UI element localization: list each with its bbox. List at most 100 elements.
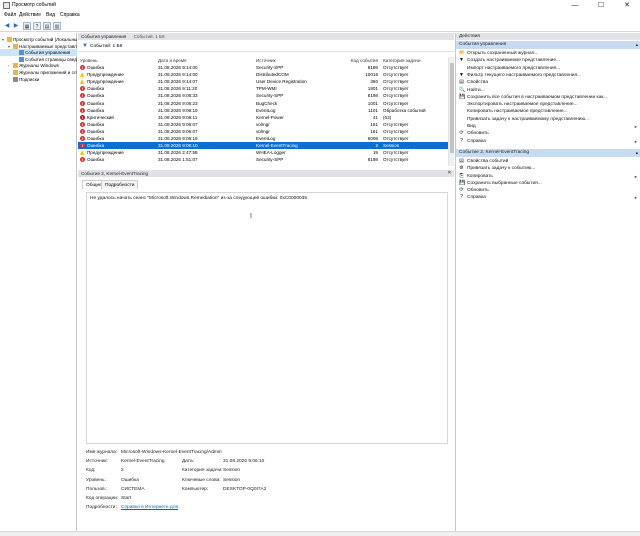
collapse-icon[interactable]: ▴ bbox=[636, 149, 638, 157]
table-row[interactable]: ! Ошибка 31.08.2026 9:06:19 EventLog 1101 Обр… bbox=[78, 107, 448, 114]
cell-code: 161 bbox=[370, 121, 378, 127]
column-date[interactable]: Дата и время bbox=[158, 57, 187, 64]
action-label: Найти... bbox=[467, 87, 485, 93]
action-label: Справка bbox=[467, 195, 486, 201]
tree-node-label: События управления bbox=[25, 50, 71, 56]
table-row[interactable]: ! Критический 31.08.2026 9:06:11 Kernel-Pow… bbox=[78, 114, 448, 121]
action-label: Открыть сохраненный журнал... bbox=[467, 51, 539, 56]
table-row[interactable]: Предупреждение 31.08.2026 9:14:00 Distribu… bbox=[78, 71, 448, 78]
action-label: Свойства событий bbox=[467, 158, 509, 164]
action-item[interactable]: 🔍 Найти... bbox=[456, 87, 640, 94]
column-level[interactable]: Уровень bbox=[80, 57, 98, 64]
actions-pane-icon[interactable]: ▥ bbox=[53, 22, 61, 30]
cell-task: (63) bbox=[383, 114, 392, 120]
cell-level: Ошибка bbox=[87, 143, 105, 149]
cell-source: WHEA-Logger bbox=[256, 150, 286, 156]
prop-keywords: Session bbox=[223, 478, 241, 483]
action-icon: ▤ bbox=[459, 157, 464, 164]
action-item[interactable]: ▼ Фильтр текущего настраиваемого представ… bbox=[456, 72, 640, 79]
folder-icon bbox=[7, 37, 12, 42]
column-code[interactable]: Код события bbox=[328, 57, 378, 64]
action-label: Импорт настраиваемого представления... bbox=[467, 65, 561, 71]
table-row[interactable]: ! Ошибка 31.08.2026 9:14:00 Security-SPP 819… bbox=[78, 64, 448, 71]
action-item[interactable]: ▤ Свойства bbox=[456, 79, 640, 86]
prop-user-label: Пользов.: bbox=[86, 487, 108, 492]
table-row[interactable]: ! Ошибка 31.08.2026 9:11:20 TPM-WMI 1801 Отсу… bbox=[78, 85, 448, 92]
table-row[interactable]: ! Ошибка 31.08.2026 9:06:23 BugCheck 1001 Отс… bbox=[78, 100, 448, 107]
menu-file[interactable]: Файл bbox=[4, 12, 16, 18]
action-item[interactable]: 💾 Сохранить все события в настраиваемом п… bbox=[456, 94, 640, 101]
prop-level-label: Уровень: bbox=[86, 478, 106, 483]
help-icon[interactable]: ? bbox=[33, 22, 41, 30]
action-item[interactable]: ⎘ Копировать ▸ bbox=[456, 173, 640, 180]
error-icon: ! bbox=[80, 100, 85, 106]
cell-source: volmgr bbox=[256, 121, 270, 127]
tree-toggle-icon[interactable]: ▦ bbox=[23, 22, 31, 30]
table-row[interactable]: ! Ошибка 31.08.2026 9:06:07 volmgr 161 Отсутс… bbox=[78, 121, 448, 128]
action-item[interactable]: ? Справка ▸ bbox=[456, 138, 640, 145]
action-item[interactable]: 💾 Сохранить выбранные события... bbox=[456, 180, 640, 187]
action-item[interactable]: ▼ Создать настраиваемое представление... bbox=[456, 57, 640, 64]
menu-view[interactable]: Вид bbox=[46, 12, 55, 18]
cell-source: User Device Registration bbox=[256, 79, 307, 85]
cell-task: Отсутствует bbox=[383, 150, 409, 156]
close-button[interactable]: ✕ bbox=[614, 0, 640, 11]
maximize-button[interactable]: ☐ bbox=[588, 0, 614, 11]
prop-more-label: Подробности: bbox=[86, 505, 117, 510]
action-icon: ⟳ bbox=[459, 130, 464, 137]
action-item[interactable]: ⟳ Обновить bbox=[456, 130, 640, 137]
scrollbar-thumb[interactable] bbox=[450, 63, 454, 153]
detail-close-icon[interactable]: ✕ bbox=[446, 170, 453, 177]
column-source[interactable]: Источник bbox=[256, 57, 276, 64]
online-help-link[interactable]: Справка в Интернете для bbox=[121, 505, 178, 510]
collapse-icon[interactable]: ▴ bbox=[636, 41, 638, 49]
column-task[interactable]: Категория задачи bbox=[383, 57, 421, 64]
event-message-box[interactable]: Не удалось начать сеанс "Microsoft.Windo… bbox=[86, 192, 448, 444]
action-item[interactable]: Привязать задачу к настраиваемому предст… bbox=[456, 116, 640, 123]
actions-section-custom-view[interactable]: События управления ▴ bbox=[456, 41, 640, 49]
back-icon[interactable]: ◀ bbox=[3, 22, 11, 30]
action-item[interactable]: 📂 Открыть сохраненный журнал... bbox=[456, 50, 640, 57]
action-item[interactable]: ⚙ Привязать задачу к событию... bbox=[456, 165, 640, 172]
cell-level: Ошибка bbox=[87, 136, 105, 141]
tab-details[interactable]: Подробности bbox=[101, 180, 139, 189]
action-label: Фильтр текущего настраиваемого представл… bbox=[467, 72, 582, 78]
table-row[interactable]: Предупреждение 31.08.2026 2:47:58 WHEA-Log… bbox=[78, 149, 448, 156]
menu-action[interactable]: Действие bbox=[19, 12, 41, 18]
cell-level: Критический bbox=[87, 114, 114, 120]
error-icon: ! bbox=[80, 136, 85, 141]
table-row[interactable]: ! Ошибка 31.08.2026 9:06:33 Security-SPP 819… bbox=[78, 92, 448, 99]
action-item[interactable]: Вид ▸ bbox=[456, 123, 640, 130]
cell-task: Отсутствует bbox=[383, 100, 409, 106]
action-item[interactable]: Копировать настраиваемое представление..… bbox=[456, 108, 640, 115]
action-item[interactable]: ⟳ Обновить bbox=[456, 187, 640, 194]
filter-icon bbox=[19, 56, 24, 62]
action-item[interactable]: Экспортировать настраиваемое представлен… bbox=[456, 101, 640, 108]
table-row[interactable]: ! Ошибка 31.08.2026 9:06:19 EventLog 6008 Отс… bbox=[78, 135, 448, 142]
table-row[interactable]: Предупреждение 31.08.2026 9:14:07 User Dev… bbox=[78, 78, 448, 85]
properties-icon[interactable]: ▤ bbox=[43, 22, 51, 30]
status-bar bbox=[0, 531, 640, 536]
menu-help[interactable]: Справка bbox=[60, 12, 80, 18]
action-label: Копировать bbox=[467, 173, 493, 179]
cell-date: 31.08.2026 9:14:07 bbox=[158, 79, 198, 85]
actions-section-event[interactable]: Событие 2, Kernel-EventTracing ▴ bbox=[456, 148, 640, 157]
minimize-button[interactable]: — bbox=[562, 0, 588, 11]
cell-date: 31.08.2026 9:14:00 bbox=[158, 65, 198, 70]
action-icon bbox=[459, 66, 464, 71]
table-row[interactable]: ! Ошибка 31.08.2026 9:06:10 Kernel-EventTra… bbox=[78, 142, 448, 150]
forward-icon[interactable]: ▶ bbox=[12, 22, 20, 30]
cell-task: Session bbox=[383, 143, 400, 149]
action-item[interactable]: ? Справка ▸ bbox=[456, 194, 640, 201]
action-icon: ? bbox=[460, 137, 463, 144]
action-label: Справка bbox=[467, 138, 486, 144]
cell-task: Отсутствует bbox=[383, 136, 409, 141]
cell-code: 19 bbox=[372, 150, 378, 156]
action-icon bbox=[459, 124, 464, 129]
table-row[interactable]: ! Ошибка 31.08.2026 9:06:07 volmgr 161 Отсутс… bbox=[78, 128, 448, 135]
events-scrollbar[interactable] bbox=[448, 57, 454, 166]
action-item[interactable]: Импорт настраиваемого представления... bbox=[456, 65, 640, 72]
tree-node[interactable]: Подписки bbox=[0, 76, 77, 83]
table-row[interactable]: ! Ошибка 31.08.2026 1:51:07 Security-SPP 819… bbox=[78, 156, 448, 163]
action-item[interactable]: ▤ Свойства событий bbox=[456, 158, 640, 165]
